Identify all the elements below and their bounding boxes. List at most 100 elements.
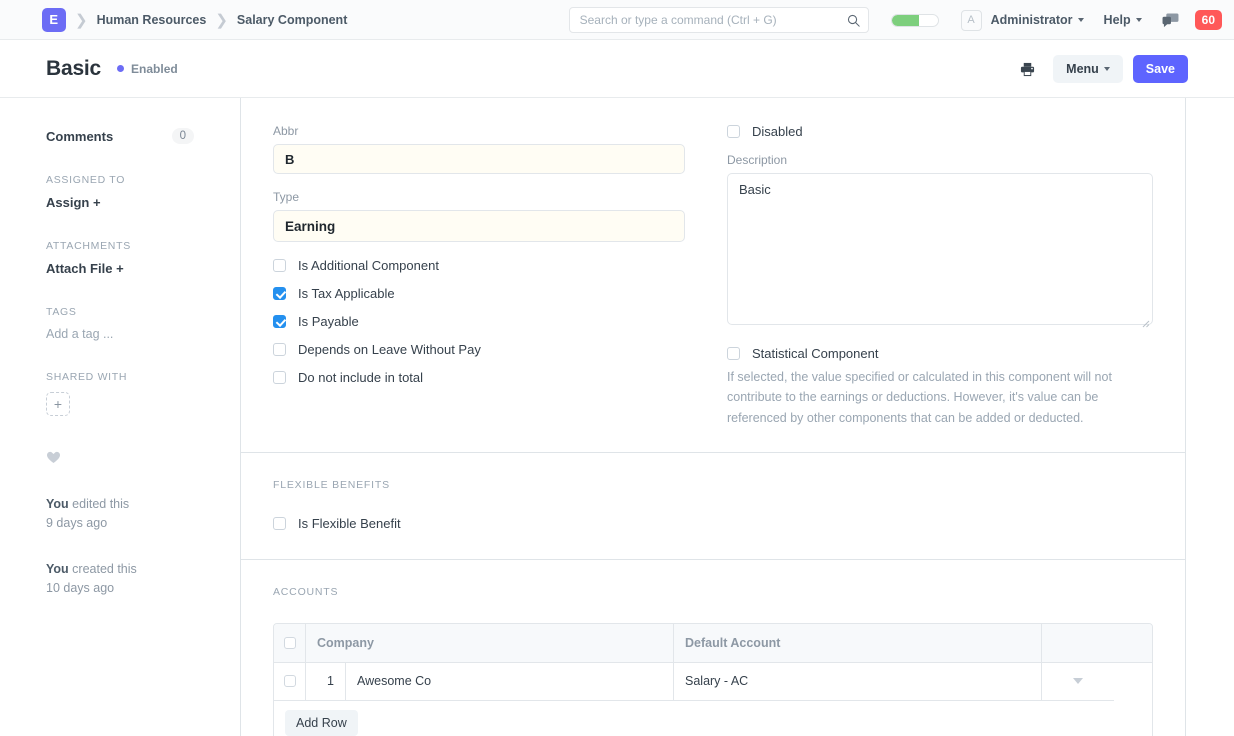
checkbox-is-payable[interactable]: Is Payable <box>273 314 685 329</box>
select-all-cell[interactable] <box>274 623 306 662</box>
description-textarea[interactable]: Basic <box>727 173 1153 325</box>
accounts-section: Accounts Company Default Account 1 <box>241 560 1185 736</box>
help-menu[interactable]: Help <box>1104 13 1142 27</box>
row-expand-cell[interactable] <box>1042 663 1114 701</box>
help-menu-label: Help <box>1103 13 1131 27</box>
search-input[interactable] <box>579 13 847 27</box>
select-all-checkbox-icon[interactable] <box>283 636 296 649</box>
created-text: created this <box>68 561 137 576</box>
abbr-label: Abbr <box>273 124 299 138</box>
breadcrumb-separator-icon: ❯ <box>215 11 228 29</box>
checkbox-disabled[interactable]: Disabled <box>727 124 1153 139</box>
avatar[interactable]: A <box>960 9 982 31</box>
attach-file-button[interactable]: Attach File + <box>46 261 194 276</box>
chevron-down-icon[interactable] <box>1073 678 1083 685</box>
checkbox-box-icon[interactable] <box>273 259 286 272</box>
navbar-right-group: A Administrator Help 60 <box>568 0 1222 40</box>
page-header: Basic Enabled Menu Save <box>0 40 1234 98</box>
sidebar-comments[interactable]: Comments 0 <box>46 128 194 144</box>
column-header-actions <box>1042 624 1114 662</box>
status-badge: Enabled <box>117 62 178 76</box>
activity-edited: You edited this 9 days ago <box>46 495 194 534</box>
page-body: Comments 0 Assigned To Assign + Attachme… <box>0 98 1234 736</box>
form-card: Abbr Type Is Additional Component Is Tax… <box>240 98 1186 736</box>
checkbox-depends-on-leave-without-pay[interactable]: Depends on Leave Without Pay <box>273 342 685 357</box>
row-select-cell[interactable] <box>274 662 306 701</box>
flexible-benefits-title: Flexible Benefits <box>273 478 390 491</box>
accounts-grid: Company Default Account 1 Awesome Co Sal… <box>273 622 1153 736</box>
main-details-right-column: Disabled Description Basic Statistical C… <box>713 124 1153 428</box>
statistical-help-text: If selected, the value specified or calc… <box>727 370 1112 425</box>
accounts-grid-footer: Add Row <box>274 701 1152 736</box>
description-textarea-wrapper: Basic <box>727 173 1153 330</box>
cell-default-account[interactable]: Salary - AC <box>674 662 1042 701</box>
setup-progress-bar[interactable] <box>890 13 939 27</box>
checkbox-label: Disabled <box>752 124 803 139</box>
breadcrumb-item-human-resources[interactable]: Human Resources <box>97 13 207 27</box>
type-select[interactable] <box>273 210 685 242</box>
status-label: Enabled <box>131 61 178 76</box>
checkbox-label: Depends on Leave Without Pay <box>298 342 481 357</box>
description-label: Description <box>727 153 788 167</box>
row-index: 1 <box>306 662 346 701</box>
page-title: Basic <box>46 56 102 80</box>
print-icon[interactable] <box>1020 62 1035 77</box>
created-actor: You <box>46 561 69 576</box>
checkbox-box-icon[interactable] <box>727 347 740 360</box>
user-menu-label: Administrator <box>990 13 1073 27</box>
navbar: E ❯ Human Resources ❯ Salary Component A… <box>0 0 1234 40</box>
sidebar-tags: Tags Add a tag ... <box>46 306 194 341</box>
edited-actor: You <box>46 497 69 511</box>
breadcrumb-separator-icon: ❯ <box>75 11 88 29</box>
chevron-down-icon <box>1077 18 1084 22</box>
setup-progress-fill <box>891 14 920 26</box>
checkbox-is-tax-applicable[interactable]: Is Tax Applicable <box>273 286 685 301</box>
heart-icon[interactable] <box>46 450 61 464</box>
column-header-company[interactable]: Company <box>306 623 674 662</box>
checkbox-box-icon[interactable] <box>273 343 286 356</box>
user-menu[interactable]: Administrator <box>991 13 1084 27</box>
chevron-down-icon <box>1103 67 1110 71</box>
checkbox-is-flexible-benefit[interactable]: Is Flexible Benefit <box>273 516 1153 531</box>
type-label: Type <box>273 190 300 204</box>
checkbox-checked-icon[interactable] <box>273 287 286 300</box>
notification-badge[interactable]: 60 <box>1194 10 1222 30</box>
checkbox-box-icon[interactable] <box>273 371 286 384</box>
row-checkbox-icon[interactable] <box>283 675 296 688</box>
search-box[interactable] <box>568 7 869 33</box>
checkbox-box-icon[interactable] <box>273 516 286 530</box>
checkbox-label: Statistical Component <box>752 346 879 361</box>
abbr-input[interactable] <box>273 144 685 174</box>
main-details-section: Abbr Type Is Additional Component Is Tax… <box>241 98 1185 453</box>
right-rail <box>1186 98 1234 736</box>
table-row[interactable]: 1 Awesome Co Salary - AC <box>274 662 1152 701</box>
checkbox-statistical-component[interactable]: Statistical Component <box>727 346 1153 361</box>
comments-count: 0 <box>171 128 194 144</box>
menu-button[interactable]: Menu <box>1053 55 1123 83</box>
search-icon[interactable] <box>847 14 860 27</box>
save-button[interactable]: Save <box>1132 55 1188 83</box>
add-row-button[interactable]: Add Row <box>285 709 358 736</box>
checkbox-label: Is Flexible Benefit <box>298 515 401 531</box>
comments-label: Comments <box>46 128 114 144</box>
page-header-actions: Menu Save <box>1020 40 1188 98</box>
attachments-label: Attachments <box>46 240 131 252</box>
checkbox-checked-icon[interactable] <box>273 315 286 328</box>
description-field: Description Basic <box>727 153 1153 330</box>
chevron-down-icon <box>1135 18 1142 22</box>
checkbox-is-additional-component[interactable]: Is Additional Component <box>273 258 685 273</box>
column-header-default-account[interactable]: Default Account <box>674 623 1042 662</box>
app-logo-icon[interactable]: E <box>42 7 66 32</box>
cell-company[interactable]: Awesome Co <box>346 662 674 701</box>
breadcrumb-item-salary-component[interactable]: Salary Component <box>237 13 347 27</box>
menu-button-label: Menu <box>1066 62 1099 76</box>
add-share-button[interactable]: + <box>46 392 70 416</box>
checkbox-box-icon[interactable] <box>727 125 740 138</box>
type-field: Type <box>273 190 685 242</box>
checkbox-do-not-include-in-total[interactable]: Do not include in total <box>273 370 685 385</box>
chat-icon[interactable] <box>1162 12 1179 28</box>
accounts-grid-body: 1 Awesome Co Salary - AC <box>274 662 1152 701</box>
accounts-grid-header: Company Default Account <box>274 623 1152 663</box>
add-tag-input[interactable]: Add a tag ... <box>46 327 194 341</box>
assign-button[interactable]: Assign + <box>46 195 194 210</box>
